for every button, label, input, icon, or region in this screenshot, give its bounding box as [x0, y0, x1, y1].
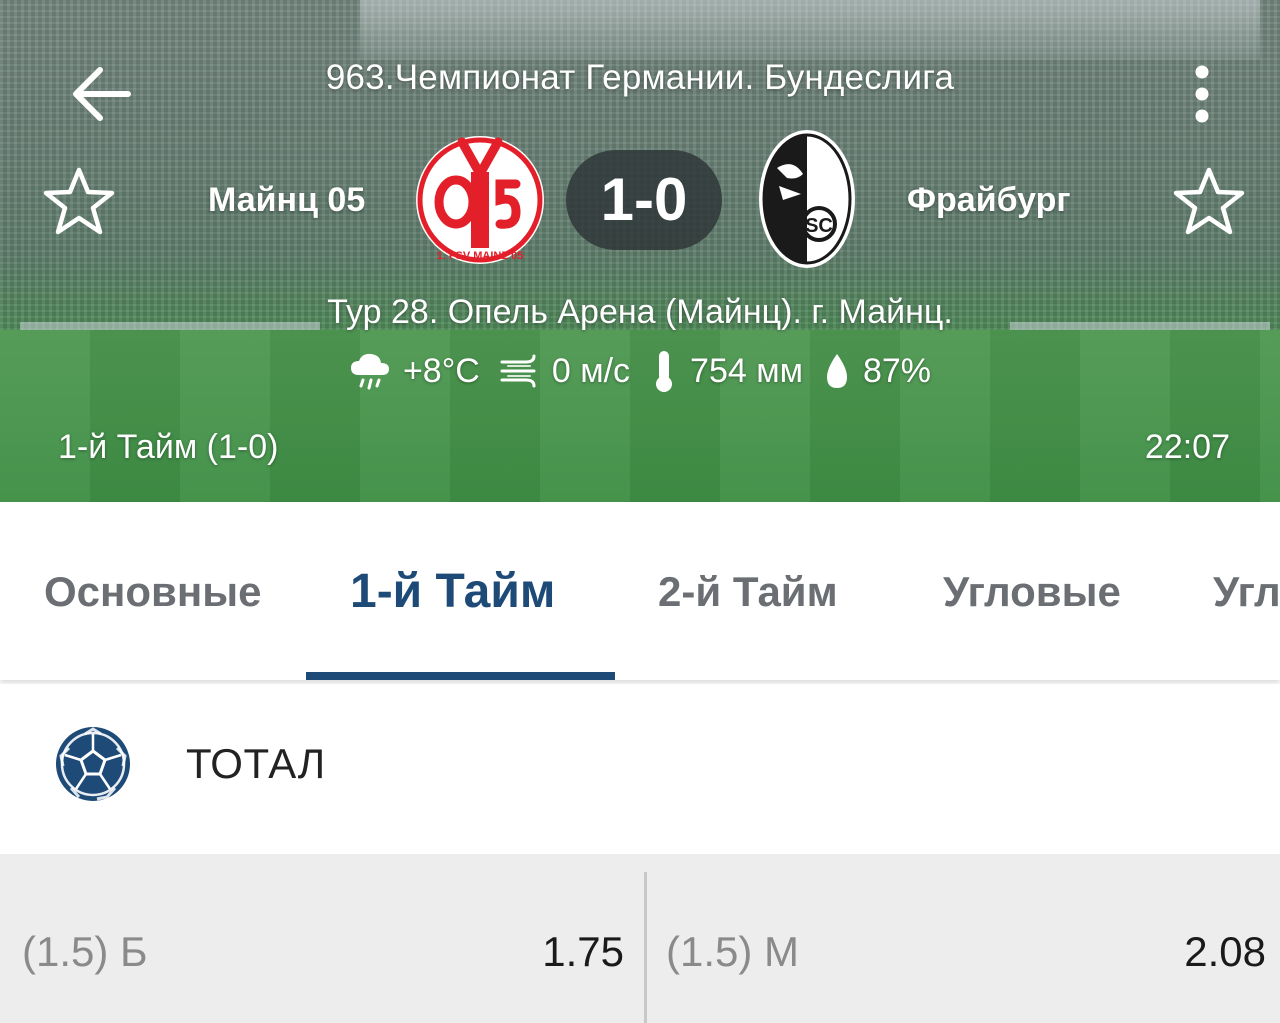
- rain-cloud-icon: [350, 353, 389, 390]
- drop-icon: [826, 354, 847, 388]
- weather-info: +8°C 0 м/с 754 мм 87%: [0, 346, 1280, 396]
- tab-corners-more[interactable]: Угл: [1213, 568, 1280, 616]
- home-logo-text: 1. FSV MAINZ 05: [437, 250, 524, 262]
- tab-second-half[interactable]: 2-й Тайм: [658, 568, 838, 616]
- market-tabs: Основные 1-й Тайм 2-й Тайм Угловые Угл: [0, 502, 1280, 680]
- away-favorite-button[interactable]: [1171, 164, 1247, 240]
- tab-corners[interactable]: Угловые: [943, 568, 1121, 616]
- venue-info: Тур 28. Опель Арена (Майнц). г. Майнц.: [327, 293, 953, 331]
- away-team-name: Фрайбург: [907, 181, 1071, 219]
- weather-wind: 0 м/с: [500, 352, 630, 391]
- match-time: 22:07: [1144, 428, 1230, 466]
- weather-humidity: 87%: [823, 352, 931, 391]
- star-outline-icon: [1173, 167, 1245, 235]
- home-team-logo: 1. FSV MAINZ 05: [416, 136, 544, 264]
- wind-value: 0 м/с: [551, 351, 631, 390]
- odd-label: (1.5) Б: [22, 928, 148, 975]
- back-button[interactable]: [66, 60, 134, 128]
- more-vertical-icon: [1195, 65, 1209, 123]
- pressure-value: 754 мм: [690, 351, 803, 390]
- odd-under-button[interactable]: (1.5) М 2.08: [647, 854, 1280, 1023]
- match-period: 1-й Тайм (1-0): [58, 428, 279, 466]
- weather-pressure: 754 мм: [650, 349, 803, 393]
- match-header: 963.Чемпионат Германии. Бундеслига Майнц…: [0, 0, 1280, 502]
- odd-over-button[interactable]: (1.5) Б 1.75: [0, 854, 644, 1023]
- stadium-roof-background: [360, 0, 1260, 60]
- weather-temperature: +8°C: [349, 351, 480, 391]
- tab-first-half[interactable]: 1-й Тайм: [350, 564, 555, 619]
- humidity-value: 87%: [862, 351, 932, 390]
- away-logo-text: SC: [805, 215, 833, 237]
- odds-divider: [644, 872, 647, 1023]
- odd-label: (1.5) М: [666, 928, 800, 975]
- odds-row: (1.5) Б 1.75 (1.5) М 2.08: [0, 854, 1280, 1023]
- more-options-button[interactable]: [1180, 60, 1224, 128]
- star-outline-icon: [43, 167, 115, 235]
- soccer-ball-icon: [56, 727, 130, 801]
- thermometer-icon: [656, 351, 673, 392]
- active-tab-indicator: [306, 672, 615, 680]
- tab-main[interactable]: Основные: [44, 568, 261, 616]
- wind-icon: [500, 354, 536, 388]
- temperature-value: +8°C: [402, 351, 480, 390]
- arrow-left-icon: [73, 67, 131, 121]
- market-title: ТОТАЛ: [186, 740, 326, 787]
- home-favorite-button[interactable]: [41, 164, 117, 240]
- league-title: 963.Чемпионат Германии. Бундеслига: [325, 58, 955, 97]
- score: 1-0: [566, 150, 722, 250]
- odd-value: 2.08: [1184, 928, 1266, 975]
- home-team-name: Майнц 05: [208, 181, 366, 219]
- away-team-logo: SC: [759, 130, 855, 268]
- odd-value: 1.75: [542, 928, 624, 975]
